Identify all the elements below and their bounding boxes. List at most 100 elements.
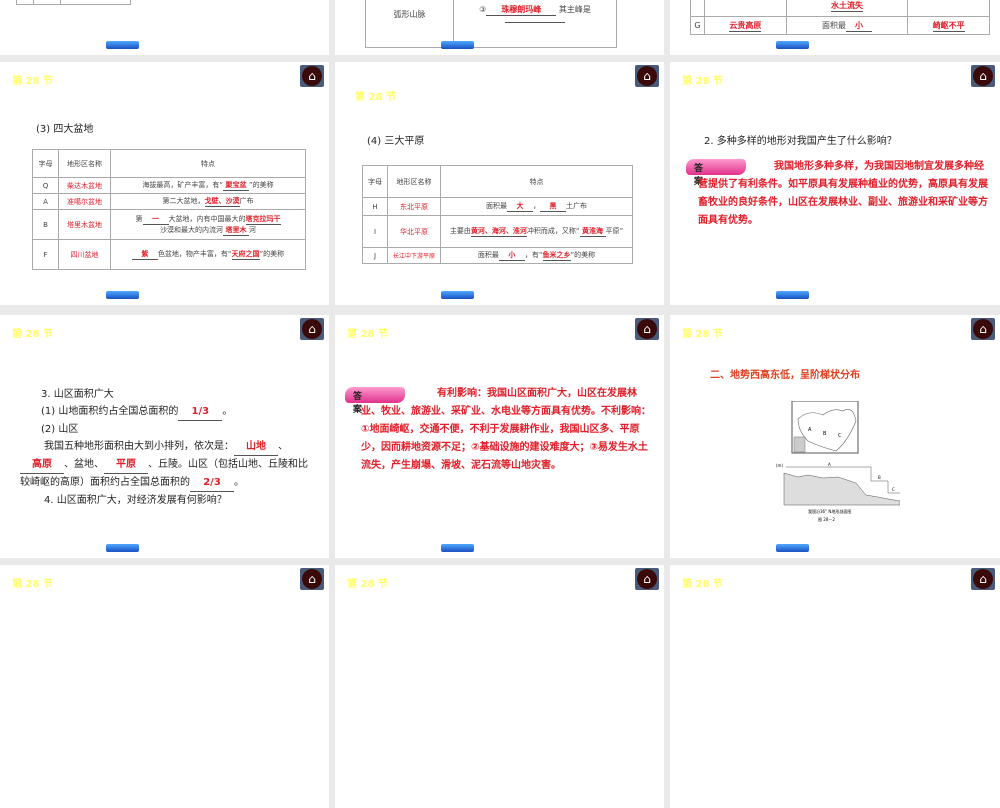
home-button[interactable]: ⌂ [635,318,659,340]
slide-thumbnail[interactable]: 第 28 节 ⌂ [0,565,329,808]
text: 土广布 [566,202,587,210]
cell: 四川盆地 [58,239,111,270]
header: 地形区名称 [58,149,111,178]
text: 河 [249,225,256,234]
home-icon: ⌂ [637,66,657,86]
slide-answer-4[interactable]: 第 28 节 ⌂ 答案 有利影响：我国山区面积广大，山区在发展林业、牧业、旅游业… [335,315,664,558]
answer: 黄淮海 [579,226,606,237]
profile-caption: 我国沿36° N地形剖面图 [808,508,851,514]
home-icon: ⌂ [973,319,993,339]
basins-table: 字母 地形区名称 特点 Q 柴达木盆地 海拔最高，矿产丰富，有“ 聚宝盆 ”的美称 A 准噶尔… [32,149,306,270]
home-icon: ⌂ [302,319,322,339]
slide-question-3[interactable]: 第 28 节 ⌂ 3. 山区面积广大 (1) 山地面积约占全国总面积的 1/3。 … [0,315,329,558]
text: 面积最 [821,20,846,30]
answer: 黄河、海河、淮河 [470,227,527,237]
nav-button[interactable] [776,291,809,299]
home-button[interactable]: ⌂ [971,568,995,590]
text: 主要由 [449,227,471,235]
text: ， [533,202,540,210]
answer: 聚宝盆 [223,180,249,191]
cell: ⑭南岭 [60,0,131,5]
terrain-figure: A B C (m) A B C 我国沿36° N地形剖面图 图 28－2 [776,401,900,522]
question-3-text: 3. 山区面积广大 (1) 山地面积约占全国总面积的 1/3。 (2) 山区 我国… [20,386,310,509]
text: 我国五种地形面积由大到小排列，依次是： [44,441,234,452]
nav-button[interactable] [441,291,474,299]
home-icon: ⌂ [302,66,322,86]
answer: 2/3 [190,474,234,492]
mountain-table: 弧形山脉 ③ 珠穆朗玛峰 其主峰是 [365,0,617,48]
section-label: 第 28 节 [682,329,723,340]
slide-plains[interactable]: 第 28 节 ⌂ (4) 三大平原 字母 地形区名称 特点 H 东北平原 面积最大，黑土… [335,62,664,305]
plateau-table: 水土流失 G 云贵高原 面积最小 崎岖不平 [690,0,990,35]
nav-button[interactable] [776,544,809,552]
answer: 戈壁、沙漠 [204,197,240,207]
heading: 3. 山区面积广大 [41,389,114,400]
text: (2) 山区 [41,424,79,435]
answer: 高原 [20,456,64,474]
cell: 东北平原 [387,197,441,216]
text: ”的美称 [570,251,596,259]
section-label: 第 28 节 [12,579,53,590]
answer: 云贵高原 [729,20,762,32]
home-button[interactable]: ⌂ [971,318,995,340]
cell: I [362,215,388,248]
slide-basins[interactable]: 第 28 节 ⌂ (3) 四大盆地 字母 地形区名称 特点 Q 柴达木盆地 海拔最高，矿… [0,62,329,305]
answer: 平原 [104,456,148,474]
text: ”的美称 [259,250,285,258]
home-icon: ⌂ [637,319,657,339]
slide-thumbnail[interactable]: 第 28 节 ⌂ [335,565,664,808]
cell: 柴达木盆地 [58,177,111,194]
profile-unit: (m) [776,463,783,468]
answer: 小 [845,20,872,32]
slide-heading: (3) 四大盆地 [36,124,94,135]
slide-terrain[interactable]: 第 28 节 ⌂ 二、地势西高东低，呈阶梯状分布 A B C (m) A B C… [670,315,1000,558]
text: 沙漠和最大的内流河 [160,225,223,234]
num: ③ [479,4,487,14]
question-text: 2. 多种多样的地形对我国产生了什么影响？ [704,136,897,147]
answer: 山地 [234,438,278,456]
cell: ③ 珠穆朗玛峰 其主峰是 [453,0,617,48]
slide-thumbnail[interactable]: 水土流失 G 云贵高原 面积最小 崎岖不平 [670,0,1000,55]
home-button[interactable]: ⌂ [300,318,324,340]
map-label: B [823,431,827,437]
home-button[interactable]: ⌂ [971,65,995,87]
nav-button[interactable] [106,41,139,49]
text: ”的美称 [249,181,274,189]
slide-thumbnail[interactable]: 脉南列⑭南岭 [0,0,329,55]
section-label: 第 28 节 [347,329,388,340]
answer: 水土流失 [830,0,863,12]
cell: 华北平原 [387,215,441,248]
step-label: B [878,475,881,480]
header: 特点 [440,165,633,198]
answer: 崎岖不平 [932,20,965,32]
slide-thumbnail[interactable]: 弧形山脉 ③ 珠穆朗玛峰 其主峰是 [335,0,664,55]
home-button[interactable]: ⌂ [635,65,659,87]
cell: F [32,239,59,270]
home-button[interactable]: ⌂ [300,568,324,590]
nav-button[interactable] [106,291,139,299]
section-label: 第 28 节 [355,92,396,103]
figure-number: 图 28－2 [818,516,835,522]
slide-question-2[interactable]: 第 28 节 ⌂ 2. 多种多样的地形对我国产生了什么影响？ 答案 我国地形多种… [670,62,1000,305]
map-inset [793,436,806,453]
header: 地形区名称 [387,165,441,198]
home-button[interactable]: ⌂ [300,65,324,87]
nav-button[interactable] [441,41,474,49]
answer: 鱼米之乡 [542,251,571,261]
home-button[interactable]: ⌂ [635,568,659,590]
slide-thumbnail[interactable]: 第 28 节 ⌂ [670,565,1000,808]
header: 字母 [362,165,388,198]
text: 其主峰是 [558,4,591,14]
nav-button[interactable] [106,544,139,552]
answer: 1/3 [178,403,223,421]
nav-button[interactable] [441,544,474,552]
cell: G [690,16,705,35]
nav-button[interactable] [776,41,809,49]
text: 广布 [239,197,254,205]
section-label: 第 28 节 [682,579,723,590]
header: 特点 [110,149,306,178]
text: 色盆地，物产丰富，有“ [157,250,232,258]
text: 面积最 [486,202,507,210]
text: 海拔最高，矿产丰富，有“ [142,181,223,189]
cell: H [362,197,388,216]
